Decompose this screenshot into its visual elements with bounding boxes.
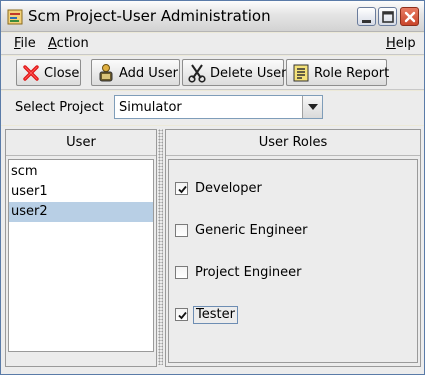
app-icon (7, 9, 23, 25)
dropdown-arrow-button[interactable] (302, 96, 322, 118)
add-user-button-label: Add User (119, 66, 178, 81)
main-panels: User scm user1 user2 User Roles Develope… (1, 126, 424, 374)
role-project-engineer-checkbox[interactable] (175, 266, 188, 279)
role-generic-engineer-checkbox[interactable] (175, 224, 188, 237)
role-generic-engineer-label: Generic Engineer (195, 223, 308, 238)
menu-help-label: elp (395, 36, 416, 51)
role-tester-label: Tester (193, 306, 238, 324)
close-button[interactable]: Close (16, 59, 81, 86)
project-dropdown[interactable]: Simulator (114, 95, 323, 119)
user-list-item[interactable]: scm (9, 162, 153, 182)
add-user-button[interactable]: Add User (91, 59, 180, 86)
role-developer-label: Developer (195, 181, 262, 196)
user-roles-panel: User Roles Developer Generic Engineer Pr… (165, 129, 421, 367)
close-button-label: Close (44, 66, 80, 81)
close-window-button[interactable] (400, 7, 419, 26)
maximize-button[interactable] (378, 7, 397, 26)
menu-help-mnemonic: H (386, 36, 396, 51)
user-panel-header: User (6, 130, 156, 156)
scissors-icon (188, 64, 206, 83)
project-dropdown-value: Simulator (119, 100, 182, 115)
red-x-icon (23, 65, 39, 81)
menu-help[interactable]: Help (386, 36, 416, 52)
splitter-handle[interactable] (158, 129, 163, 365)
report-icon (293, 64, 309, 82)
app-window: Scm Project-User Administration File Act… (0, 0, 425, 375)
checkmark-icon (178, 185, 187, 194)
roles-list: Developer Generic Engineer Project Engin… (168, 159, 418, 363)
user-panel: User scm user1 user2 (5, 129, 157, 367)
title-bar[interactable]: Scm Project-User Administration (1, 1, 424, 32)
menu-action[interactable]: Action (48, 36, 89, 52)
delete-user-button[interactable]: Delete User (182, 59, 287, 86)
minimize-icon (362, 20, 371, 23)
role-developer-checkbox[interactable] (175, 182, 188, 195)
menu-file-label: ile (20, 36, 36, 51)
delete-user-button-label: Delete User (210, 66, 287, 81)
menu-file[interactable]: File (14, 36, 36, 52)
maximize-icon (382, 11, 394, 23)
menu-action-mnemonic: A (48, 36, 57, 51)
menu-action-label: ction (56, 36, 89, 51)
role-report-button[interactable]: Role Report (286, 59, 390, 86)
checkmark-icon (178, 311, 187, 320)
project-selector-row: Select Project Simulator (1, 91, 424, 125)
add-user-icon (99, 64, 113, 82)
menu-bar: File Action Help (1, 33, 424, 55)
role-report-button-label: Role Report (314, 66, 390, 81)
role-tester-checkbox[interactable] (175, 308, 188, 321)
role-project-engineer-label: Project Engineer (195, 265, 302, 280)
user-list[interactable]: scm user1 user2 (8, 159, 154, 352)
select-project-label: Select Project (15, 100, 104, 115)
minimize-button[interactable] (357, 7, 376, 26)
window-title: Scm Project-User Administration (28, 7, 271, 25)
chevron-down-icon (308, 104, 318, 110)
user-list-item-selected[interactable]: user2 (9, 202, 153, 222)
user-list-item[interactable]: user1 (9, 182, 153, 202)
toolbar: Close Add User Delete User Role Report (1, 56, 424, 90)
close-icon (404, 11, 416, 23)
user-roles-header: User Roles (166, 130, 420, 156)
